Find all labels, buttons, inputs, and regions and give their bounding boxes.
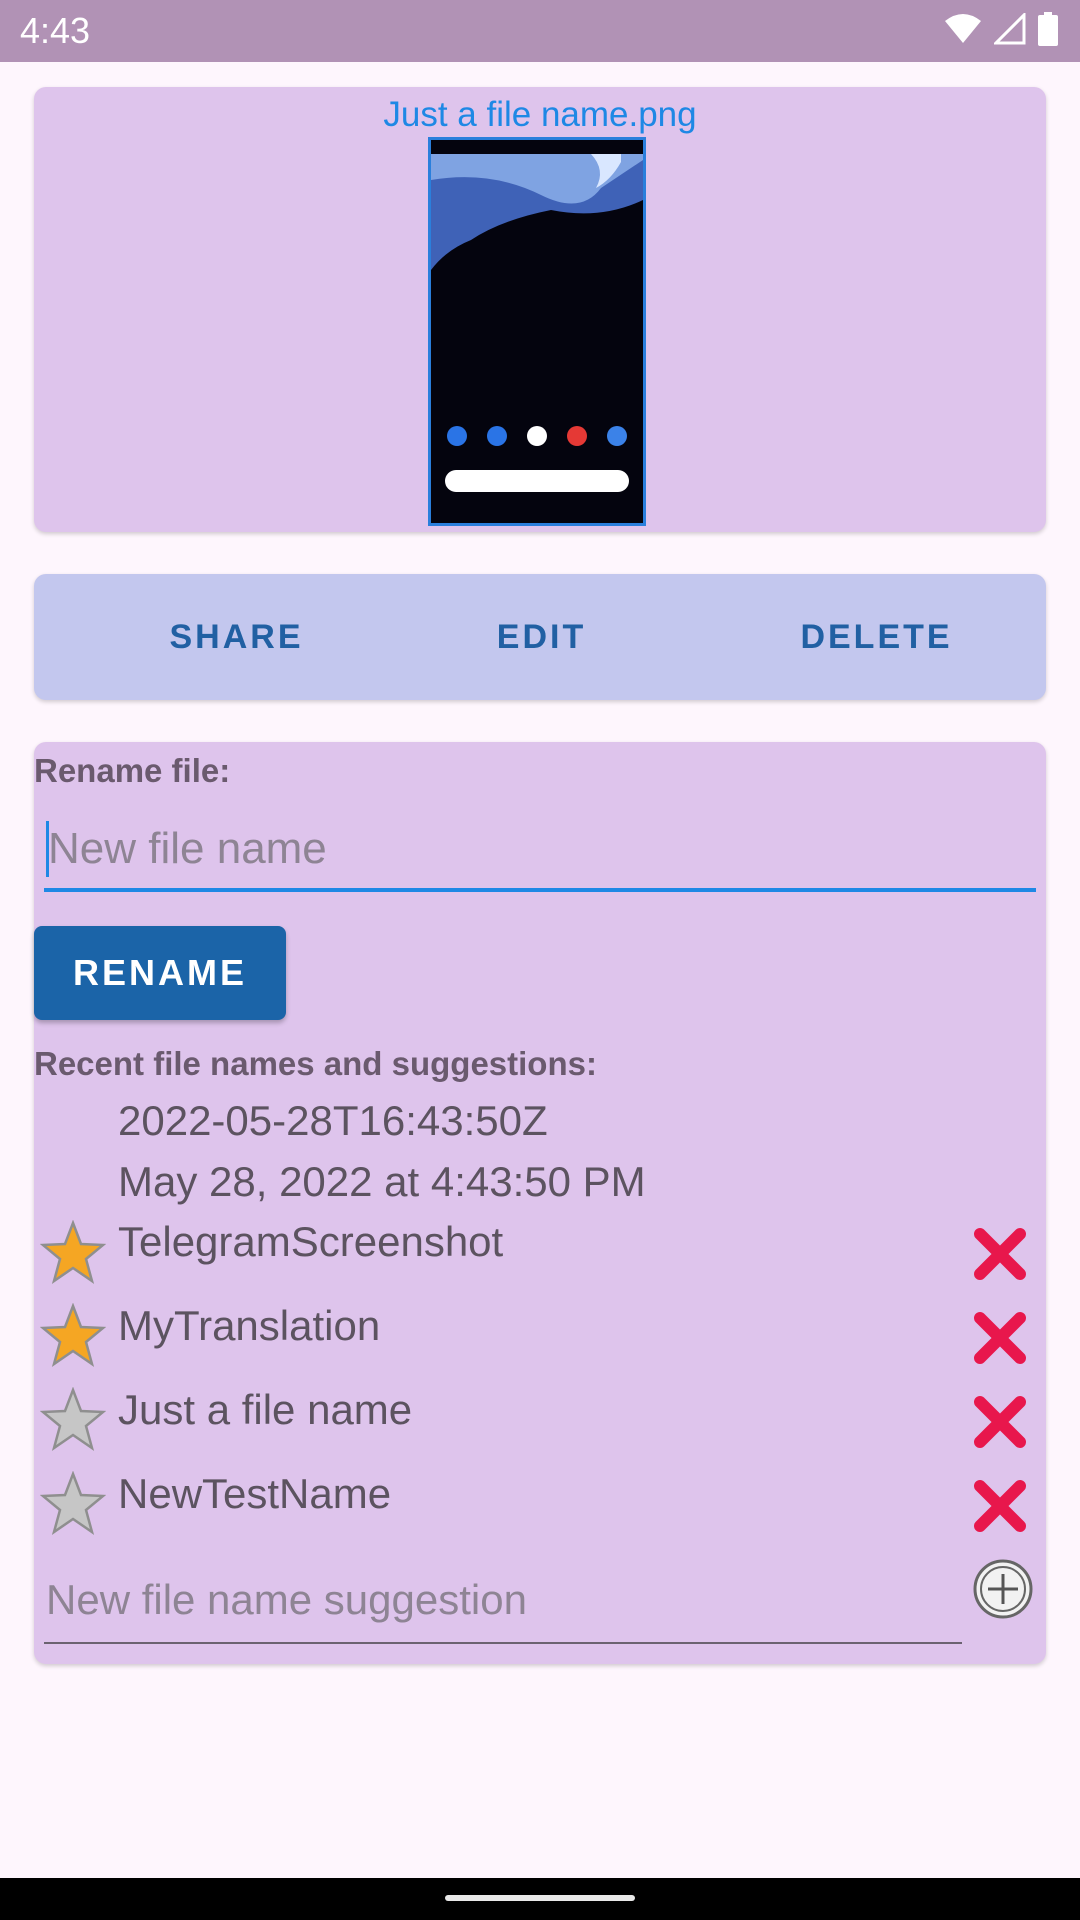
edit-button[interactable]: EDIT [389, 574, 694, 700]
suggestions-label: Recent file names and suggestions: [34, 1045, 597, 1082]
home-gesture-handle[interactable] [445, 1895, 635, 1901]
status-time: 4:43 [20, 10, 91, 51]
share-button[interactable]: SHARE [84, 574, 389, 700]
signal-icon [994, 13, 1026, 45]
delete-x-icon[interactable] [972, 1226, 1028, 1282]
new-file-name-input[interactable]: New file name [44, 812, 1036, 892]
suggestion-item[interactable]: Just a file name [118, 1386, 412, 1434]
preview-card: Just a file name.png [34, 87, 1046, 532]
navigation-bar [0, 1878, 1080, 1920]
suggestion-item[interactable]: MyTranslation [118, 1302, 380, 1350]
new-file-name-placeholder: New file name [48, 824, 327, 873]
new-suggestion-input[interactable]: New file name suggestion [44, 1562, 962, 1644]
screenshot-thumbnail[interactable] [428, 137, 646, 526]
star-filled-icon[interactable] [40, 1303, 106, 1369]
rename-label: Rename file: [34, 752, 231, 789]
suggestion-item[interactable]: TelegramScreenshot [118, 1218, 503, 1266]
star-filled-icon[interactable] [40, 1220, 106, 1286]
rename-card: Rename file: New file name RENAME Recent… [34, 742, 1046, 1664]
suggestion-plain-item[interactable]: 2022-05-28T16:43:50Z [118, 1097, 548, 1145]
thumbnail-image [431, 140, 643, 523]
add-circle-icon[interactable] [972, 1558, 1034, 1620]
status-bar: 4:43 [0, 0, 1080, 62]
battery-icon [1038, 12, 1058, 46]
wifi-icon [945, 14, 981, 43]
suggestion-item[interactable]: NewTestName [118, 1470, 391, 1518]
rename-button[interactable]: RENAME [34, 926, 286, 1020]
delete-x-icon[interactable] [972, 1394, 1028, 1450]
star-empty-icon[interactable] [40, 1387, 106, 1453]
delete-x-icon[interactable] [972, 1310, 1028, 1366]
delete-x-icon[interactable] [972, 1478, 1028, 1534]
suggestion-plain-item[interactable]: May 28, 2022 at 4:43:50 PM [118, 1158, 646, 1206]
delete-button[interactable]: DELETE [724, 574, 1029, 700]
new-suggestion-placeholder: New file name suggestion [46, 1576, 527, 1623]
star-empty-icon[interactable] [40, 1471, 106, 1537]
action-bar: SHARE EDIT DELETE [34, 574, 1046, 700]
file-name-title: Just a file name.png [383, 95, 697, 134]
